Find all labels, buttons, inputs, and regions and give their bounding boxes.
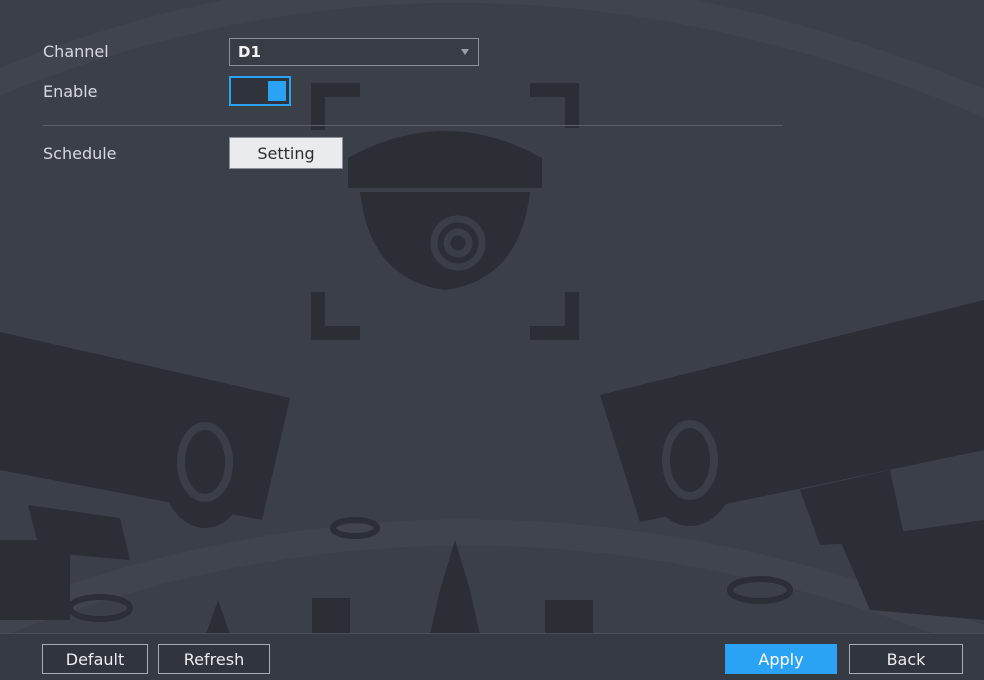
default-button[interactable]: Default: [42, 644, 148, 674]
apply-button[interactable]: Apply: [725, 644, 837, 674]
chevron-down-icon: [461, 49, 469, 55]
channel-label: Channel: [43, 42, 109, 61]
channel-select[interactable]: D1: [229, 38, 479, 66]
schedule-setting-button[interactable]: Setting: [229, 137, 343, 169]
enable-toggle[interactable]: [229, 76, 291, 106]
schedule-label: Schedule: [43, 144, 117, 163]
footer-bar: Default Refresh Apply Back: [0, 633, 984, 680]
toggle-knob: [268, 81, 286, 101]
enable-label: Enable: [43, 82, 98, 101]
page-root: Channel D1 Enable Schedule Setting Defau…: [0, 0, 984, 680]
back-button[interactable]: Back: [849, 644, 963, 674]
refresh-button[interactable]: Refresh: [158, 644, 270, 674]
divider: [43, 125, 783, 126]
channel-select-value: D1: [238, 43, 261, 61]
